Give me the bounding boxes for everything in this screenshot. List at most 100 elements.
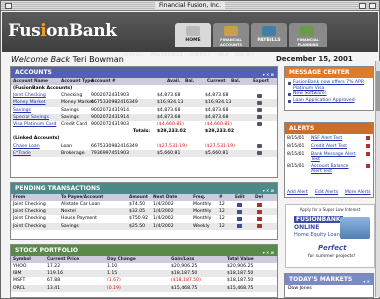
alert-delete-icon[interactable] bbox=[366, 136, 370, 140]
cell-to: Allstate Car Loan bbox=[61, 202, 101, 207]
cell-num: 6675330982416349 bbox=[91, 143, 138, 149]
ad-tagline: for summer projects! bbox=[308, 254, 356, 259]
cell-cur: $5,660.81 bbox=[205, 150, 229, 156]
cell-to: Nextel bbox=[61, 209, 76, 215]
cell-n: 12 bbox=[219, 223, 225, 229]
table-row: Savings Savings 9002072431914 $4,873.68 $4,8… bbox=[11, 107, 277, 114]
window-title: Financial Fusion, Inc. bbox=[155, 2, 225, 9]
edit-icon[interactable] bbox=[237, 209, 242, 214]
cell-type: Loan bbox=[61, 143, 73, 149]
cell-name[interactable]: Visa Platinum Card bbox=[13, 121, 56, 128]
cell-to: Savings bbox=[61, 223, 79, 229]
export-icon[interactable] bbox=[257, 100, 262, 105]
pending-column-headers: From To Payee/Account Amount Next Date F… bbox=[11, 194, 277, 201]
cell-type: Brokerage bbox=[61, 150, 85, 156]
alert-date: 8/15/01 bbox=[287, 136, 305, 141]
cell-name[interactable]: Money Market bbox=[13, 99, 45, 106]
totals-row: Totals: $29,233.02 $29,233.02 bbox=[133, 129, 235, 135]
export-icon[interactable] bbox=[257, 144, 262, 148]
cell-n: 12 bbox=[219, 202, 225, 207]
export-icon[interactable] bbox=[257, 151, 262, 156]
section-label: (FusionBank Accounts) bbox=[13, 86, 73, 91]
cell-name[interactable]: E*Trade bbox=[13, 150, 31, 157]
alert-date: 8/15/01 bbox=[287, 144, 305, 149]
delete-icon[interactable] bbox=[257, 202, 262, 207]
add-alert-link[interactable]: Add Alert bbox=[287, 189, 308, 196]
edit-icon[interactable] bbox=[237, 202, 242, 207]
scrollbar-thumb[interactable] bbox=[376, 71, 380, 111]
tab-home[interactable]: HOME bbox=[175, 23, 211, 47]
edit-alerts-link[interactable]: Edit Alerts bbox=[315, 189, 338, 196]
cell-avail: $4,873.68 bbox=[157, 93, 181, 99]
todays-markets-panel: TODAY'S MARKETS ▾ ✕ Dow Jones bbox=[284, 273, 374, 298]
nav-contact[interactable]: CONTACT bbox=[189, 53, 210, 58]
delete-icon[interactable] bbox=[257, 216, 262, 221]
alert-link[interactable]: Bank Message Alert Test bbox=[311, 152, 359, 162]
cell-price: 17.22 bbox=[47, 264, 61, 269]
cell-gain: $15,468.75 bbox=[171, 285, 198, 291]
alert-delete-icon[interactable] bbox=[366, 164, 370, 168]
cell-avail: ($27,531.19) bbox=[157, 143, 187, 149]
tab-paybills[interactable]: PAYBILLS bbox=[251, 23, 287, 47]
house-icon bbox=[186, 26, 200, 36]
current-date: December 15, 2001 bbox=[276, 55, 353, 63]
cell-date: 1/4/2002 bbox=[153, 223, 174, 229]
cell-from: Joint Checking bbox=[13, 223, 46, 229]
edit-icon[interactable] bbox=[237, 224, 242, 229]
cell-sym: IBM bbox=[13, 271, 22, 277]
vertical-scrollbar[interactable] bbox=[375, 61, 380, 297]
export-icon[interactable] bbox=[257, 115, 262, 120]
edit-icon[interactable] bbox=[237, 216, 242, 221]
cell-cur: $16,924.13 bbox=[205, 100, 232, 106]
cell-avail: ($4,660.81) bbox=[157, 121, 184, 127]
table-row: Chase Loan Loan 6675330982416349 ($27,531.1… bbox=[11, 143, 277, 150]
cell-total: $18,187.50 bbox=[227, 271, 254, 277]
cell-type: Checking bbox=[61, 93, 83, 99]
ad-brand: FUSIONBANK bbox=[294, 216, 343, 223]
export-icon[interactable] bbox=[257, 122, 262, 127]
table-row: Visa Platinum Card Credit Card 90020724319… bbox=[11, 121, 277, 128]
alert-delete-icon[interactable] bbox=[366, 152, 370, 156]
accounts-column-headers: Account Name Account Type Account # Avai… bbox=[11, 78, 277, 85]
table-row: E*Trade Brokerage 7936997451903 $5,660.81 $5… bbox=[11, 149, 277, 157]
export-icon[interactable] bbox=[257, 108, 262, 113]
home-equity-ad[interactable]: Apply for a Super Low Interest FUSIONBAN… bbox=[285, 204, 375, 268]
cell-amt: $74.50 bbox=[129, 202, 146, 207]
cell-freq: Monthly bbox=[193, 216, 212, 222]
delete-icon[interactable] bbox=[257, 209, 262, 214]
delete-icon[interactable] bbox=[257, 224, 262, 229]
alert-link[interactable]: Credit Alert Test bbox=[311, 144, 359, 149]
pending-header: PENDING TRANSACTIONS ▾ ✕ ⊠ bbox=[11, 183, 277, 194]
close-box-icon[interactable] bbox=[5, 3, 12, 9]
alert-link[interactable]: NSF Alert Test bbox=[311, 136, 359, 141]
nav-choises[interactable]: CHOISES bbox=[124, 53, 144, 58]
cell-num: 9002072431914 bbox=[91, 114, 129, 120]
zoom-box-icon[interactable] bbox=[359, 3, 366, 9]
export-icon[interactable] bbox=[257, 93, 262, 98]
cell-avail: $4,873.68 bbox=[157, 107, 181, 113]
more-alerts-link[interactable]: More Alerts bbox=[345, 189, 371, 196]
table-row: ORCL 13.41 (0.19) $15,468.75 $15,468.75 bbox=[11, 284, 277, 292]
nav-help[interactable]: HELP bbox=[217, 53, 228, 58]
cell-name[interactable]: Savings bbox=[13, 107, 31, 114]
cell-name[interactable]: Joint Checking bbox=[13, 92, 46, 99]
cell-cur: $4,873.68 bbox=[205, 114, 229, 120]
message-link[interactable]: FusionBank now offers 7% APR Platinum Vi… bbox=[285, 80, 373, 91]
tab-financial-accounts[interactable]: FINANCIAL ACCOUNTS bbox=[213, 23, 249, 47]
tab-financial-planning[interactable]: FINANCIAL PLANNING bbox=[289, 23, 327, 47]
cell-gain: ($18,187.50) bbox=[171, 278, 201, 284]
collapse-box-icon[interactable] bbox=[369, 3, 376, 9]
table-row: Joint Checking Checking 9002072431903 $4,87… bbox=[11, 92, 277, 99]
cell-n: 12 bbox=[219, 216, 225, 222]
cell-name[interactable]: Chase Loan bbox=[13, 143, 40, 150]
nav-log-off[interactable]: LOG OFF bbox=[235, 53, 255, 58]
nav-preferences[interactable]: PREFERENCES bbox=[150, 53, 182, 58]
alert-delete-icon[interactable] bbox=[366, 144, 370, 148]
fusionbank-logo[interactable]: FusionBank bbox=[8, 21, 117, 41]
alert-item: 8/15/01 Bank Message Alert Test bbox=[285, 151, 373, 163]
cell-sym: MSFT bbox=[13, 278, 26, 284]
alert-link[interactable]: Account Balance Alert Test bbox=[311, 164, 359, 174]
alert-item: 8/15/01 Credit Alert Test bbox=[285, 143, 373, 151]
message-link[interactable]: Loan Application Approved bbox=[285, 98, 373, 105]
cell-name[interactable]: Special Savings bbox=[13, 114, 49, 121]
